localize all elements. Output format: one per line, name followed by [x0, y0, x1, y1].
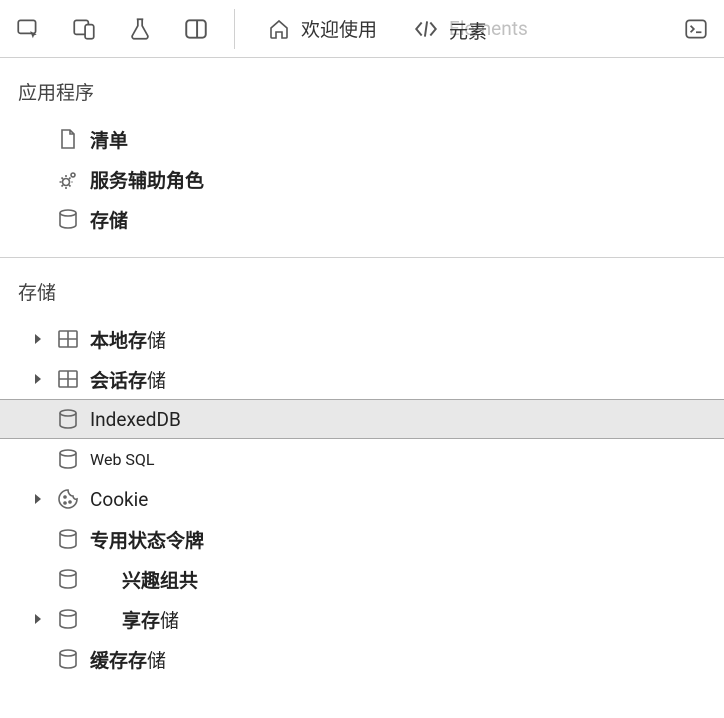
local-storage-label: 本地存储 [90, 326, 724, 353]
tree-item-websql[interactable]: Web SQL [0, 439, 724, 479]
session-storage-label: 会话存储 [90, 366, 724, 393]
cookie-label: Cookie [90, 488, 724, 511]
storage-title: 存储 [0, 272, 724, 319]
storage-overview-label: 存储 [90, 206, 724, 233]
tree-item-manifest[interactable]: 清单 [0, 119, 724, 159]
chevron-right-icon[interactable] [30, 491, 46, 507]
tree-item-cookie[interactable]: Cookie [0, 479, 724, 519]
application-title: 应用程序 [0, 72, 724, 119]
toolbar-divider [234, 9, 235, 49]
flask-icon[interactable] [124, 13, 156, 45]
tree-item-storage-overview[interactable]: 存储 [0, 199, 724, 239]
tree-item-shared-storage[interactable]: 享存储 [0, 599, 724, 639]
tree-item-service-workers[interactable]: 服务辅助角色 [0, 159, 724, 199]
manifest-label: 清单 [90, 126, 724, 153]
gear-icon [54, 165, 82, 193]
chevron-right-icon[interactable] [30, 331, 46, 347]
database-icon [54, 645, 82, 673]
cookie-icon [54, 485, 82, 513]
document-icon [54, 125, 82, 153]
database-icon [54, 525, 82, 553]
chevron-right-icon[interactable] [30, 611, 46, 627]
indexeddb-label: IndexedDB [90, 408, 724, 431]
console-icon[interactable] [680, 13, 712, 45]
tree-item-private-token[interactable]: 专用状态令牌 [0, 519, 724, 559]
shared-storage-label: 享存储 [90, 606, 724, 633]
tab-elements-label-container: 元素 Elements [449, 17, 528, 40]
storage-tree: 本地存储 会话存储 Indexed [0, 319, 724, 679]
table-icon [54, 365, 82, 393]
tab-welcome[interactable]: 欢迎使用 [257, 9, 387, 48]
database-icon [54, 605, 82, 633]
cache-storage-label: 缓存存储 [90, 646, 724, 673]
code-icon [413, 16, 439, 42]
interest-group-label: 兴趣组共 [90, 566, 724, 593]
chevron-right-icon[interactable] [30, 371, 46, 387]
application-tree: 清单 服务辅助角色 存储 [0, 119, 724, 239]
database-icon [54, 405, 82, 433]
private-token-label: 专用状态令牌 [90, 526, 724, 553]
tab-welcome-label: 欢迎使用 [301, 15, 377, 42]
application-section: 应用程序 清单 服务辅助角色 [0, 58, 724, 249]
storage-section: 存储 本地存储 [0, 258, 724, 689]
devtools-toolbar: 欢迎使用 元素 Elements [0, 0, 724, 58]
websql-label: Web SQL [90, 450, 724, 469]
database-icon [54, 205, 82, 233]
inspect-icon[interactable] [12, 13, 44, 45]
tree-item-interest-group[interactable]: 兴趣组共 [0, 559, 724, 599]
tab-elements[interactable]: 元素 Elements [403, 10, 538, 48]
table-icon [54, 325, 82, 353]
tree-item-local-storage[interactable]: 本地存储 [0, 319, 724, 359]
toolbar-left-group [12, 13, 212, 45]
tree-item-session-storage[interactable]: 会话存储 [0, 359, 724, 399]
tree-item-cache-storage[interactable]: 缓存存储 [0, 639, 724, 679]
service-workers-label: 服务辅助角色 [90, 166, 724, 193]
tree-item-indexeddb[interactable]: IndexedDB [0, 399, 724, 439]
tab-elements-label: 元素 [449, 17, 487, 44]
database-icon [54, 445, 82, 473]
database-icon [54, 565, 82, 593]
home-icon [267, 17, 291, 41]
device-toggle-icon[interactable] [68, 13, 100, 45]
panel-layout-icon[interactable] [180, 13, 212, 45]
